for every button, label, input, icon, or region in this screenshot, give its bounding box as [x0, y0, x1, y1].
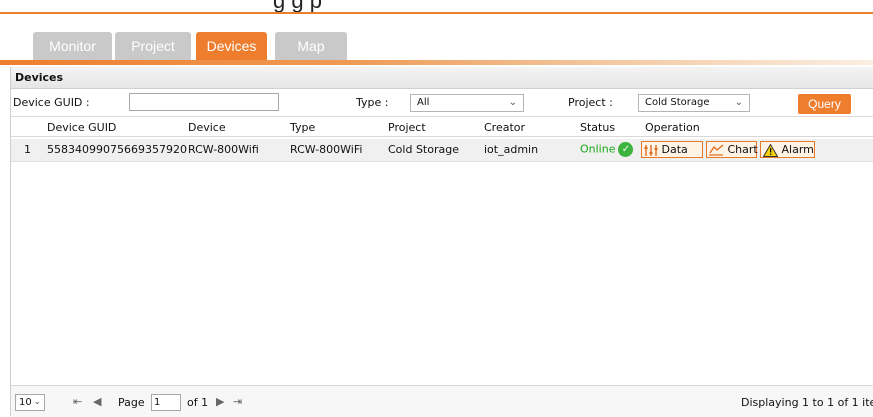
- check-circle-icon: ✓: [618, 142, 634, 157]
- col-type[interactable]: Type: [290, 121, 315, 134]
- status-text: Online: [580, 142, 616, 156]
- chart-button[interactable]: Chart: [706, 141, 758, 158]
- data-button[interactable]: Data: [641, 141, 703, 158]
- panel-title: Devices: [11, 67, 873, 89]
- device-guid-label: Device GUID :: [13, 96, 90, 109]
- query-button[interactable]: Query: [798, 94, 851, 114]
- device-guid-input[interactable]: [129, 93, 279, 111]
- table-row[interactable]: 1 55834099075669357920 RCW-800Wifi RCW-8…: [11, 139, 873, 162]
- cell-type: RCW-800WiFi: [290, 143, 363, 156]
- chevron-down-icon: ⌄: [734, 97, 743, 108]
- line-chart-icon: [709, 144, 724, 156]
- alarm-button[interactable]: Alarm: [760, 141, 815, 158]
- first-page-icon[interactable]: ⇤: [73, 395, 82, 408]
- chart-button-label: Chart: [727, 143, 758, 156]
- cell-device: RCW-800Wifi: [188, 143, 259, 156]
- tab-project[interactable]: Project: [115, 32, 191, 60]
- chevron-down-icon: ⌄: [508, 97, 517, 108]
- col-project[interactable]: Project: [388, 121, 426, 134]
- sliders-icon: [644, 144, 658, 156]
- type-label: Type :: [356, 96, 389, 109]
- tab-devices[interactable]: Devices: [196, 32, 267, 60]
- row-index: 1: [24, 143, 31, 156]
- table-header: Device GUID Device Type Project Creator …: [11, 118, 873, 137]
- page-count: of 1: [187, 396, 209, 409]
- col-device-guid[interactable]: Device GUID: [47, 121, 116, 134]
- col-creator[interactable]: Creator: [484, 121, 525, 134]
- col-device[interactable]: Device: [188, 121, 226, 134]
- tab-underline: [0, 60, 873, 65]
- chevron-down-icon: ⌄: [33, 397, 41, 407]
- data-button-label: Data: [661, 143, 688, 156]
- col-status[interactable]: Status: [580, 121, 615, 134]
- col-operation[interactable]: Operation: [645, 121, 700, 134]
- page-number-input[interactable]: 1: [151, 394, 181, 411]
- project-select-value: Cold Storage: [645, 97, 710, 108]
- type-select-value: All: [417, 97, 430, 108]
- devices-panel: Devices Device GUID : Type : All ⌄ Proje…: [10, 67, 873, 417]
- display-summary: Displaying 1 to 1 of 1 item: [741, 396, 873, 409]
- pagination-bar: 10 ⌄ ⇤ ◀ Page 1 of 1 ▶ ⇥ Displaying 1 to…: [11, 385, 873, 417]
- project-label: Project :: [568, 96, 613, 109]
- type-select[interactable]: All ⌄: [410, 94, 524, 112]
- filter-bar: Device GUID : Type : All ⌄ Project : Col…: [11, 90, 873, 117]
- tab-monitor[interactable]: Monitor: [33, 32, 112, 60]
- page-size-value: 10: [19, 397, 32, 408]
- alarm-button-label: Alarm: [781, 143, 814, 156]
- page-size-select[interactable]: 10 ⌄: [15, 394, 45, 411]
- prev-page-icon[interactable]: ◀: [93, 395, 101, 408]
- project-select[interactable]: Cold Storage ⌄: [638, 94, 750, 112]
- warning-triangle-icon: [762, 143, 779, 157]
- last-page-icon[interactable]: ⇥: [233, 395, 242, 408]
- cell-creator: iot_admin: [484, 143, 539, 156]
- top-accent-line: [0, 12, 873, 14]
- tab-map[interactable]: Map: [275, 32, 347, 60]
- cell-guid: 55834099075669357920: [47, 143, 187, 156]
- cell-project: Cold Storage: [388, 143, 459, 156]
- page-label: Page: [118, 396, 145, 409]
- next-page-icon[interactable]: ▶: [216, 395, 224, 408]
- status-badge: Online ✓: [580, 142, 634, 157]
